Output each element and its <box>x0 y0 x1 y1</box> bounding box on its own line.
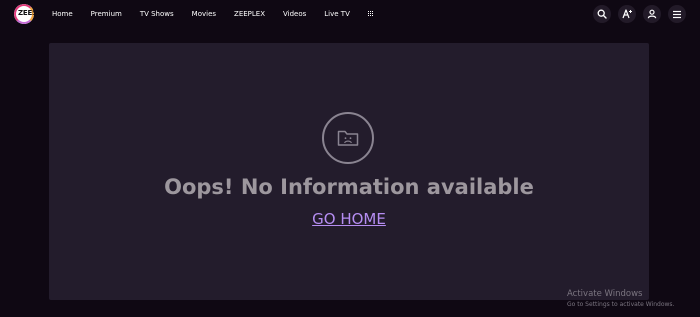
watermark-subtitle: Go to Settings to activate Windows. <box>567 301 675 308</box>
language-button[interactable] <box>618 5 636 23</box>
error-message: Oops! No Information available <box>164 175 534 199</box>
zee5-logo[interactable]: ZEE5 <box>14 4 34 24</box>
language-icon <box>621 9 632 19</box>
hamburger-menu-icon <box>673 10 681 18</box>
nav-item-zeeplex[interactable]: ZEEPLEX <box>234 10 265 18</box>
nav-item-live-tv[interactable]: Live TV <box>324 10 350 18</box>
user-button[interactable] <box>643 5 661 23</box>
watermark-title: Activate Windows <box>567 289 643 299</box>
nav-item-premium[interactable]: Premium <box>91 10 122 18</box>
sad-folder-icon <box>322 112 374 164</box>
main-nav: Home Premium TV Shows Movies ZEEPLEX Vid… <box>52 0 374 28</box>
nav-item-home[interactable]: Home <box>52 10 73 18</box>
nav-item-movies[interactable]: Movies <box>192 10 216 18</box>
error-panel <box>49 43 649 300</box>
menu-button[interactable] <box>668 5 686 23</box>
top-navigation-bar: ZEE5 Home Premium TV Shows Movies ZEEPLE… <box>0 0 700 28</box>
logo-text: ZEE5 <box>18 9 34 17</box>
search-icon <box>597 9 607 19</box>
activate-windows-watermark: Activate Windows Go to Settings to activ… <box>567 289 674 308</box>
nav-item-tv-shows[interactable]: TV Shows <box>140 10 174 18</box>
go-home-link[interactable]: GO HOME <box>49 210 649 228</box>
header-actions <box>586 4 686 24</box>
user-icon <box>647 9 657 19</box>
search-button[interactable] <box>593 5 611 23</box>
nav-item-videos[interactable]: Videos <box>283 10 306 18</box>
grid-menu-icon[interactable] <box>367 11 374 17</box>
